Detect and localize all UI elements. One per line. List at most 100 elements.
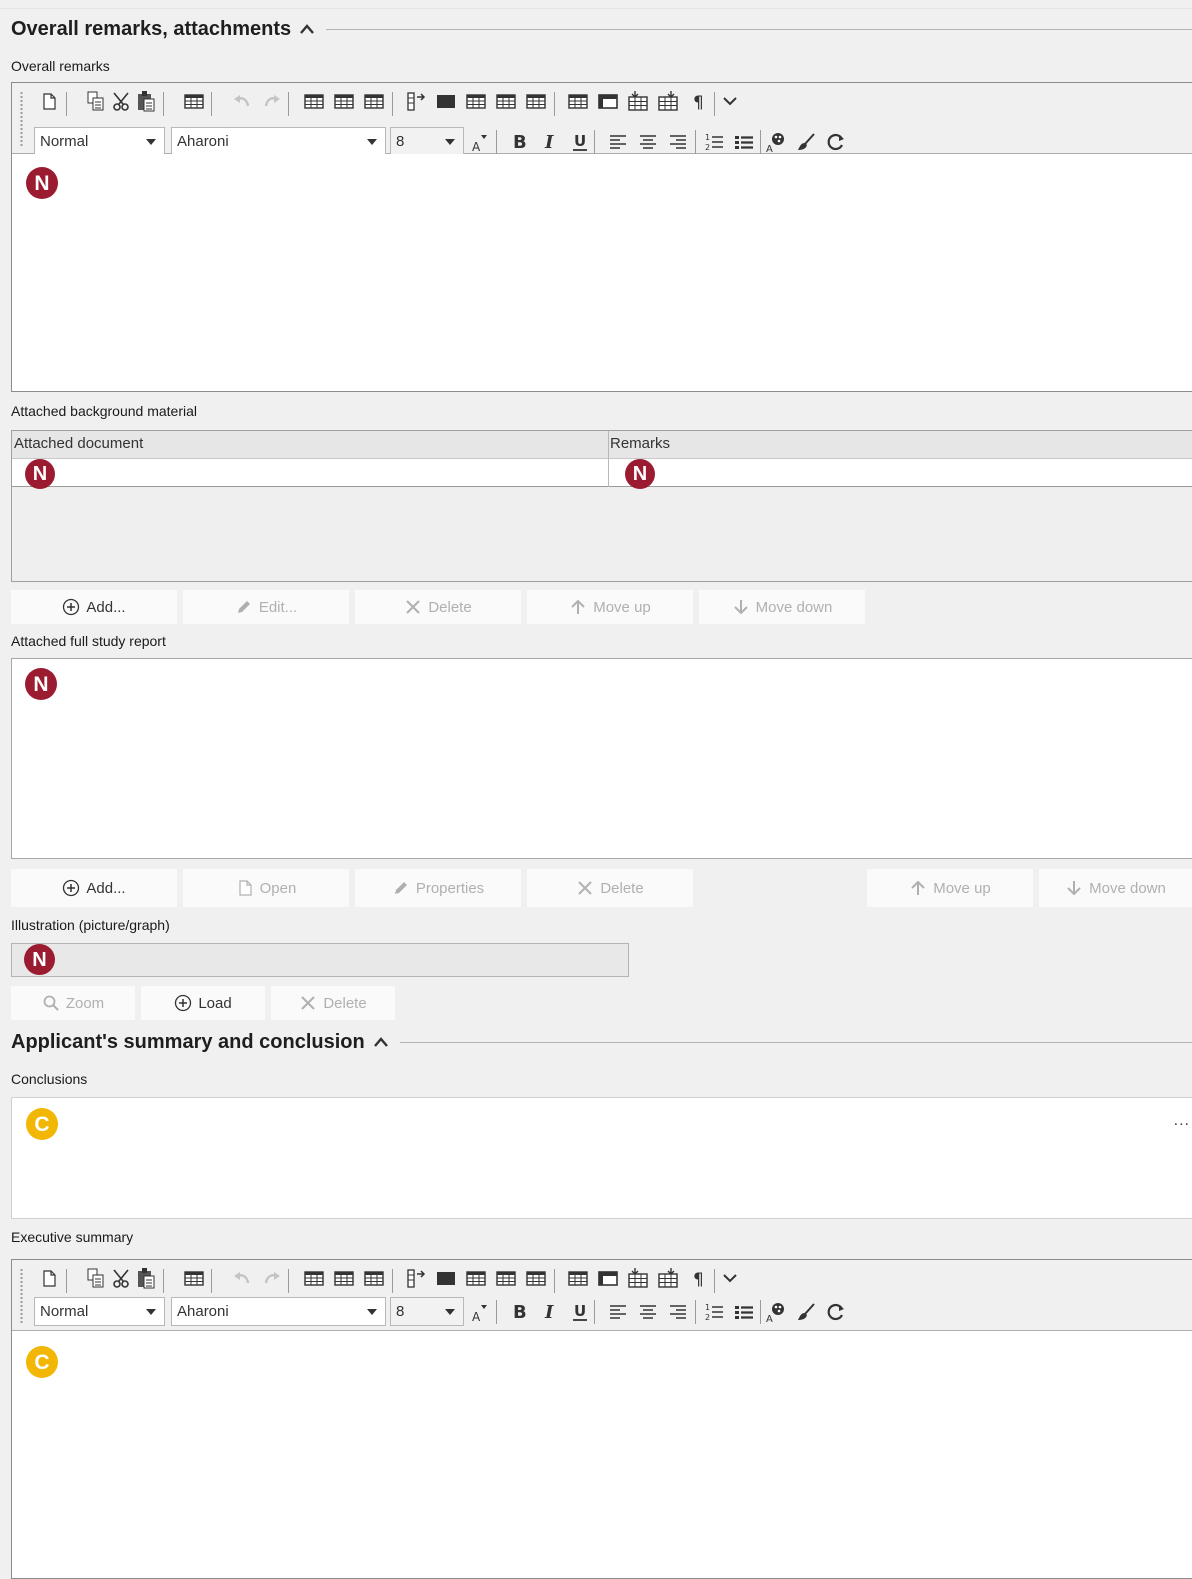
- bulleted-list-icon[interactable]: [732, 1300, 756, 1324]
- edit-background-button[interactable]: Edit...: [183, 590, 349, 624]
- attached-background-table[interactable]: Attached document Remarks N N: [11, 430, 1192, 582]
- column-header-remarks[interactable]: Remarks: [610, 435, 670, 452]
- table-split-icon[interactable]: [524, 1266, 548, 1290]
- delete-illustration-button[interactable]: Delete: [271, 986, 395, 1020]
- bold-icon[interactable]: B: [508, 1299, 532, 1323]
- paste-icon[interactable]: [134, 1266, 158, 1290]
- chevron-down-icon[interactable]: [718, 1266, 742, 1290]
- pilcrow-icon[interactable]: ¶: [686, 89, 710, 113]
- load-illustration-button[interactable]: Load: [141, 986, 265, 1020]
- table-row[interactable]: N N: [12, 459, 1192, 489]
- align-right-icon[interactable]: [666, 1300, 690, 1324]
- undo-icon[interactable]: [230, 89, 254, 113]
- table-grid-icon[interactable]: [464, 1266, 488, 1290]
- table-column-right-icon[interactable]: [656, 1266, 680, 1290]
- table-delete-row-icon[interactable]: [362, 89, 386, 113]
- align-left-icon[interactable]: [606, 1300, 630, 1324]
- redo-icon[interactable]: [260, 89, 284, 113]
- cut-icon[interactable]: [109, 89, 133, 113]
- open-full-study-button[interactable]: Open: [183, 869, 349, 907]
- copy-icon[interactable]: [84, 1266, 108, 1290]
- insert-table-icon[interactable]: [182, 89, 206, 113]
- font-color-icon[interactable]: A: [468, 1300, 492, 1324]
- move-up-full-study-button[interactable]: Move up: [867, 869, 1033, 907]
- table-insert-column-icon[interactable]: [404, 89, 428, 113]
- redo-icon[interactable]: [260, 1266, 284, 1290]
- highlight-color-icon[interactable]: A: [764, 1300, 788, 1324]
- delete-full-study-button[interactable]: Delete: [527, 869, 693, 907]
- table-header-row-icon[interactable]: [434, 89, 458, 113]
- overall-remarks-editor[interactable]: ¶ Normal Aharoni 8 A B I U 12 A N: [11, 82, 1192, 392]
- table-merge-icon[interactable]: [494, 1266, 518, 1290]
- move-down-background-button[interactable]: Move down: [699, 590, 865, 624]
- table-row-above-icon[interactable]: [302, 1266, 326, 1290]
- align-center-icon[interactable]: [636, 1300, 660, 1324]
- refresh-icon[interactable]: [824, 130, 848, 154]
- insert-table-icon[interactable]: [182, 1266, 206, 1290]
- font-size-select[interactable]: 8: [390, 127, 464, 156]
- font-family-select[interactable]: Aharoni: [171, 1297, 386, 1326]
- numbered-list-icon[interactable]: 12: [702, 130, 726, 154]
- copy-icon[interactable]: [84, 89, 108, 113]
- table-split-icon[interactable]: [524, 89, 548, 113]
- bulleted-list-icon[interactable]: [732, 130, 756, 154]
- attached-full-study-list[interactable]: N: [11, 658, 1192, 859]
- table-column-left-icon[interactable]: [626, 1266, 650, 1290]
- table-merge-icon[interactable]: [494, 89, 518, 113]
- table-properties-icon[interactable]: [566, 89, 590, 113]
- paste-icon[interactable]: [134, 89, 158, 113]
- table-insert-column-icon[interactable]: [404, 1266, 428, 1290]
- move-up-background-button[interactable]: Move up: [527, 590, 693, 624]
- table-properties-icon[interactable]: [566, 1266, 590, 1290]
- table-cell-icon[interactable]: [596, 89, 620, 113]
- section-header-overall-remarks[interactable]: Overall remarks, attachments: [11, 16, 1192, 42]
- font-size-select[interactable]: 8: [390, 1297, 464, 1326]
- align-right-icon[interactable]: [666, 130, 690, 154]
- table-grid-icon[interactable]: [464, 89, 488, 113]
- underline-icon[interactable]: U: [568, 129, 592, 153]
- chevron-up-icon[interactable]: [372, 1035, 390, 1049]
- conclusions-field[interactable]: C ...: [11, 1097, 1192, 1219]
- overall-remarks-text-area[interactable]: N: [12, 154, 1192, 391]
- clear-format-brush-icon[interactable]: [794, 130, 818, 154]
- paragraph-style-select[interactable]: Normal: [34, 1297, 165, 1326]
- table-column-left-icon[interactable]: [626, 89, 650, 113]
- add-full-study-button[interactable]: Add...: [11, 869, 177, 907]
- font-family-select[interactable]: Aharoni: [171, 127, 386, 156]
- zoom-illustration-button[interactable]: Zoom: [11, 986, 135, 1020]
- section-header-summary[interactable]: Applicant's summary and conclusion: [11, 1029, 1192, 1055]
- more-options-button[interactable]: ...: [1174, 1112, 1190, 1130]
- align-center-icon[interactable]: [636, 130, 660, 154]
- bold-icon[interactable]: B: [508, 129, 532, 153]
- align-left-icon[interactable]: [606, 130, 630, 154]
- table-column-right-icon[interactable]: [656, 89, 680, 113]
- cut-icon[interactable]: [109, 1266, 133, 1290]
- illustration-field[interactable]: N: [11, 943, 629, 977]
- new-document-icon[interactable]: [37, 1266, 61, 1290]
- highlight-color-icon[interactable]: A: [764, 130, 788, 154]
- table-cell-icon[interactable]: [596, 1266, 620, 1290]
- column-header-attached-document[interactable]: Attached document: [14, 435, 143, 452]
- clear-format-brush-icon[interactable]: [794, 1300, 818, 1324]
- table-delete-row-icon[interactable]: [362, 1266, 386, 1290]
- underline-icon[interactable]: U: [568, 1299, 592, 1323]
- refresh-icon[interactable]: [824, 1300, 848, 1324]
- executive-summary-editor[interactable]: ¶ Normal Aharoni 8 A B I U 12 A C: [11, 1259, 1192, 1579]
- font-color-icon[interactable]: A: [468, 130, 492, 154]
- new-document-icon[interactable]: [37, 89, 61, 113]
- pilcrow-icon[interactable]: ¶: [686, 1266, 710, 1290]
- numbered-list-icon[interactable]: 12: [702, 1300, 726, 1324]
- chevron-up-icon[interactable]: [298, 22, 316, 36]
- chevron-down-icon[interactable]: [718, 89, 742, 113]
- paragraph-style-select[interactable]: Normal: [34, 127, 165, 156]
- table-row-above-icon[interactable]: [302, 89, 326, 113]
- undo-icon[interactable]: [230, 1266, 254, 1290]
- add-background-button[interactable]: Add...: [11, 590, 177, 624]
- move-down-full-study-button[interactable]: Move down: [1039, 869, 1192, 907]
- table-header-row-icon[interactable]: [434, 1266, 458, 1290]
- executive-summary-text-area[interactable]: C: [12, 1331, 1192, 1578]
- table-row-below-icon[interactable]: [332, 1266, 356, 1290]
- delete-background-button[interactable]: Delete: [355, 590, 521, 624]
- italic-icon[interactable]: I: [538, 1299, 562, 1323]
- table-row-below-icon[interactable]: [332, 89, 356, 113]
